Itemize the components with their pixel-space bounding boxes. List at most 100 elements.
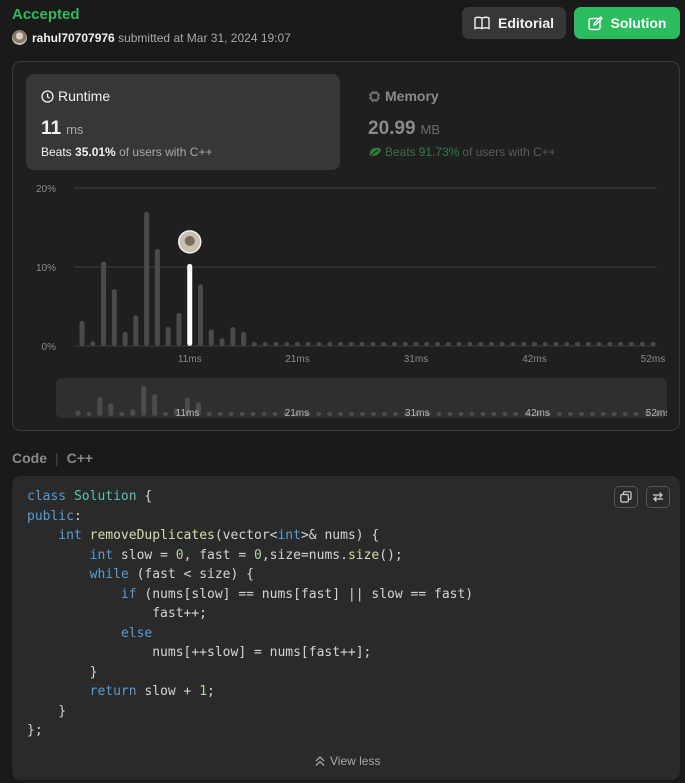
submitted-text: submitted at Mar 31, 2024 19:07 <box>118 31 291 45</box>
minimap-tick-label: 21ms <box>285 408 309 418</box>
bar[interactable] <box>219 338 225 346</box>
edit-icon <box>587 15 603 30</box>
bar[interactable] <box>596 342 602 346</box>
bar[interactable] <box>251 342 257 346</box>
bar[interactable] <box>348 342 354 346</box>
bar[interactable] <box>262 342 268 346</box>
bar[interactable] <box>154 248 160 346</box>
minimap-bar <box>611 412 617 416</box>
bar[interactable] <box>607 342 613 346</box>
bar[interactable] <box>165 327 171 346</box>
bar[interactable] <box>284 342 290 346</box>
minimap-bar <box>480 412 486 416</box>
bar[interactable] <box>467 342 473 346</box>
code-language: C++ <box>66 450 94 466</box>
memory-beats-pct: 91.73% <box>418 145 460 159</box>
bar[interactable] <box>327 342 333 346</box>
memory-beats-suffix: of users with C++ <box>462 145 556 159</box>
bar[interactable] <box>402 342 408 346</box>
minimap-bar <box>217 412 223 416</box>
editorial-button[interactable]: Editorial <box>462 7 566 39</box>
bar[interactable] <box>241 331 247 346</box>
bar[interactable] <box>499 342 505 346</box>
bar[interactable] <box>542 342 548 346</box>
minimap-bar <box>272 412 278 416</box>
bar[interactable] <box>338 342 344 346</box>
copy-button[interactable] <box>614 486 638 508</box>
bar[interactable] <box>391 342 397 346</box>
bar-highlight[interactable] <box>187 263 193 346</box>
bar[interactable] <box>79 320 85 346</box>
bar[interactable] <box>618 342 624 346</box>
bar[interactable] <box>208 329 214 346</box>
bar[interactable] <box>488 342 494 346</box>
bar[interactable] <box>111 289 117 346</box>
code-content[interactable]: class Solution { public: int removeDupli… <box>27 487 473 741</box>
bar[interactable] <box>133 315 139 346</box>
swap-button[interactable] <box>646 486 670 508</box>
status-accepted: Accepted <box>12 6 80 23</box>
bar[interactable] <box>564 342 570 346</box>
bar[interactable] <box>521 342 527 346</box>
bar[interactable] <box>575 342 581 346</box>
bar[interactable] <box>122 331 128 346</box>
memory-beats: Beats 91.73% of users with C++ <box>368 145 556 159</box>
bar[interactable] <box>639 342 645 346</box>
bar[interactable] <box>531 342 537 346</box>
bar[interactable] <box>359 342 365 346</box>
minimap-bar <box>370 412 376 416</box>
bar[interactable] <box>628 342 634 346</box>
minimap-bar <box>436 412 442 416</box>
x-tick-label: 31ms <box>404 354 428 365</box>
solution-label: Solution <box>610 15 667 31</box>
submission-meta: rahul70707976 submitted at Mar 31, 2024 … <box>32 31 291 45</box>
runtime-distribution-chart[interactable]: 20% 10% 0% 11ms 21ms 31ms 42ms 52ms <box>30 180 670 370</box>
bar[interactable] <box>176 312 182 346</box>
username-link[interactable]: rahul70707976 <box>32 31 115 45</box>
runtime-value: 11 ms <box>41 118 83 140</box>
solution-button[interactable]: Solution <box>574 7 680 39</box>
bar[interactable] <box>230 327 236 346</box>
bar[interactable] <box>424 342 430 346</box>
bar[interactable] <box>294 342 300 346</box>
view-less-button[interactable]: View less <box>314 754 380 768</box>
minimap-bar <box>119 412 125 416</box>
bar[interactable] <box>273 342 279 346</box>
memory-number: 20.99 <box>368 118 416 139</box>
bar[interactable] <box>198 284 204 346</box>
bar[interactable] <box>510 342 516 346</box>
bar[interactable] <box>90 341 96 346</box>
minimap-bar <box>206 412 212 416</box>
minimap-tick-label: 42ms <box>525 408 549 418</box>
minimap-bar <box>589 412 595 416</box>
bar[interactable] <box>585 342 591 346</box>
bar[interactable] <box>381 342 387 346</box>
bar[interactable] <box>316 342 322 346</box>
bar[interactable] <box>435 342 441 346</box>
minimap-bar <box>141 385 147 416</box>
bar[interactable] <box>478 342 484 346</box>
x-tick-label: 21ms <box>285 354 309 365</box>
memory-beats-label: Beats <box>385 145 416 159</box>
bar[interactable] <box>144 211 150 346</box>
bar[interactable] <box>650 342 656 346</box>
bar[interactable] <box>370 342 376 346</box>
minimap-bar <box>502 412 508 416</box>
bar[interactable] <box>445 342 451 346</box>
bar[interactable] <box>101 261 107 346</box>
minimap-bar <box>338 412 344 416</box>
runtime-beats-label: Beats <box>41 145 72 159</box>
bar[interactable] <box>553 342 559 346</box>
leaf-icon <box>369 147 381 157</box>
minimap-bar <box>261 412 267 416</box>
avatar[interactable] <box>12 30 27 45</box>
bar[interactable] <box>456 342 462 346</box>
bar[interactable] <box>305 342 311 346</box>
bar[interactable] <box>413 342 419 346</box>
runtime-beats: Beats 35.01% of users with C++ <box>41 145 212 159</box>
runtime-number: 11 <box>41 118 62 139</box>
memory-title[interactable]: Memory <box>368 88 439 104</box>
copy-icon <box>620 491 632 503</box>
minimap-bar <box>360 412 366 416</box>
runtime-unit: ms <box>66 122 84 137</box>
